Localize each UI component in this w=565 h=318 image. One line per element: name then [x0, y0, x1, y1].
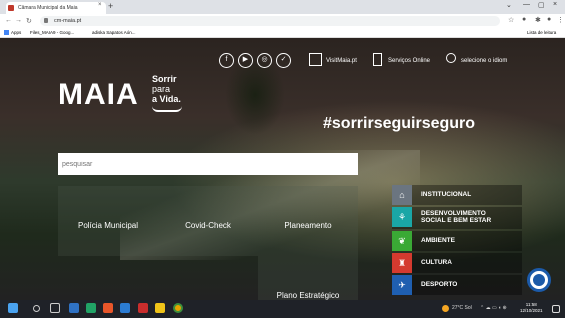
bookmark-files[interactable]: Files_MAIA9 - Goog... [30, 30, 74, 35]
menu-label: DESPORTO [421, 281, 458, 288]
instagram-icon[interactable]: ◎ [257, 53, 272, 68]
tab-title: Câmara Municipal da Maia [18, 5, 78, 11]
twitter-icon[interactable]: ✓ [276, 53, 291, 68]
leaf-icon: ❦ [392, 231, 412, 251]
tile-policia-municipal[interactable]: Polícia Municipal [58, 186, 158, 256]
tile-plano-estrategico[interactable]: Plano Estratégico [258, 256, 358, 300]
app-icon[interactable] [103, 303, 113, 313]
tile-covid-check[interactable]: Covid-Check [158, 186, 258, 256]
profile-icon[interactable]: ● [547, 16, 551, 23]
close-window-button[interactable]: × [553, 1, 557, 8]
menu-label: DESENVOLVIMENTO SOCIAL E BEM ESTAR [421, 210, 492, 224]
facebook-icon[interactable]: f [219, 53, 234, 68]
runner-icon: ✈ [392, 275, 412, 295]
tab-close-icon[interactable]: × [98, 2, 102, 8]
file-explorer-icon[interactable] [155, 303, 165, 313]
address-bar[interactable]: cm-maia.pt [40, 16, 500, 26]
menu-label: AMBIENTE [421, 237, 455, 244]
reload-icon[interactable]: ↻ [26, 17, 32, 25]
menu-desporto[interactable]: ✈ DESPORTO [392, 275, 522, 295]
star-icon[interactable]: ☆ [508, 16, 514, 24]
tile-label: Plano Estratégico [276, 291, 340, 300]
tray-icons[interactable]: ⌃ ☁ ▭ ◖ ⊕ [480, 305, 507, 311]
browser-tab[interactable]: Câmara Municipal da Maia × [6, 2, 106, 14]
theater-icon: ♜ [392, 253, 412, 273]
servicos-online-link[interactable]: Serviços Online [388, 58, 430, 64]
building-icon: ⌂ [392, 185, 412, 205]
extensions-puzzle-icon[interactable]: ✱ [535, 16, 541, 24]
menu-institucional[interactable]: ⌂ INSTITUCIONAL [392, 185, 522, 205]
tile-label: Polícia Municipal [77, 221, 139, 230]
menu-label: INSTITUCIONAL [421, 191, 472, 198]
chrome-icon[interactable] [173, 303, 183, 313]
search-icon[interactable] [33, 305, 40, 312]
tile-label: Planeamento [284, 221, 332, 230]
task-view-icon[interactable] [50, 303, 60, 313]
tagline-line-3: a Vida. [152, 94, 181, 104]
new-tab-button[interactable]: + [108, 1, 113, 11]
notifications-icon[interactable] [552, 305, 560, 313]
apps-icon [4, 30, 9, 35]
smile-icon [152, 106, 182, 112]
bookmark-apps[interactable]: Apps [11, 30, 21, 35]
back-icon[interactable]: ← [5, 17, 12, 24]
menu-desenvolvimento-social[interactable]: ⚘ DESENVOLVIMENTO SOCIAL E BEM ESTAR [392, 207, 522, 229]
forward-icon[interactable]: → [15, 17, 22, 24]
people-icon: ⚘ [392, 207, 412, 227]
menu-cultura[interactable]: ♜ CULTURA [392, 253, 522, 273]
menu-label: CULTURA [421, 259, 452, 266]
excel-icon[interactable] [86, 303, 96, 313]
document-icon[interactable] [373, 53, 382, 66]
tagline-line-1: Sorrir [152, 74, 177, 84]
bookmarks-bar [0, 28, 565, 38]
weather-sun-icon [442, 305, 449, 312]
location-pin-icon[interactable] [446, 53, 456, 63]
pdf-icon[interactable] [138, 303, 148, 313]
tile-label: Covid-Check [185, 221, 231, 230]
language-selector[interactable]: selecione o idiom [461, 58, 507, 64]
lock-icon[interactable] [44, 18, 48, 23]
chat-icon [533, 274, 545, 286]
visitmaia-link[interactable]: VisitMaia.pt [326, 58, 357, 64]
extension-icon[interactable]: ● [522, 16, 526, 23]
menu-kebab-icon[interactable]: ⋮ [557, 16, 564, 24]
windows-start-icon[interactable] [8, 303, 18, 313]
bookmark-adiska[interactable]: adiska Sapatos Aón... [92, 30, 136, 35]
favicon-icon [8, 5, 14, 11]
reading-list[interactable]: Lista de leitura [527, 30, 556, 35]
menu-ambiente[interactable]: ❦ AMBIENTE [392, 231, 522, 251]
profile-dropdown-icon[interactable]: ⌄ [506, 1, 512, 9]
background-tree [225, 55, 285, 135]
clock-date: 12/10/2021 [520, 308, 543, 313]
weather-text[interactable]: 27°C Sol [452, 305, 472, 311]
address-text: cm-maia.pt [54, 18, 82, 24]
visitmaia-icon[interactable] [309, 53, 322, 66]
logo-tagline: Sorrir para a Vida. [152, 74, 181, 104]
tagline-line-2: para [152, 84, 171, 94]
system-clock[interactable]: 11:58 12/10/2021 [520, 302, 543, 314]
minimize-button[interactable]: — [523, 1, 530, 8]
campaign-hashtag: #sorrirseguirseguro [323, 115, 476, 132]
tile-planeamento[interactable]: Planeamento [258, 186, 358, 256]
maximize-button[interactable]: ▢ [538, 1, 545, 9]
search-input[interactable] [58, 153, 358, 175]
mail-icon[interactable] [69, 303, 79, 313]
maia-logo[interactable]: MAIA [58, 78, 139, 112]
youtube-icon[interactable]: ▶ [238, 53, 253, 68]
word-icon[interactable] [120, 303, 130, 313]
